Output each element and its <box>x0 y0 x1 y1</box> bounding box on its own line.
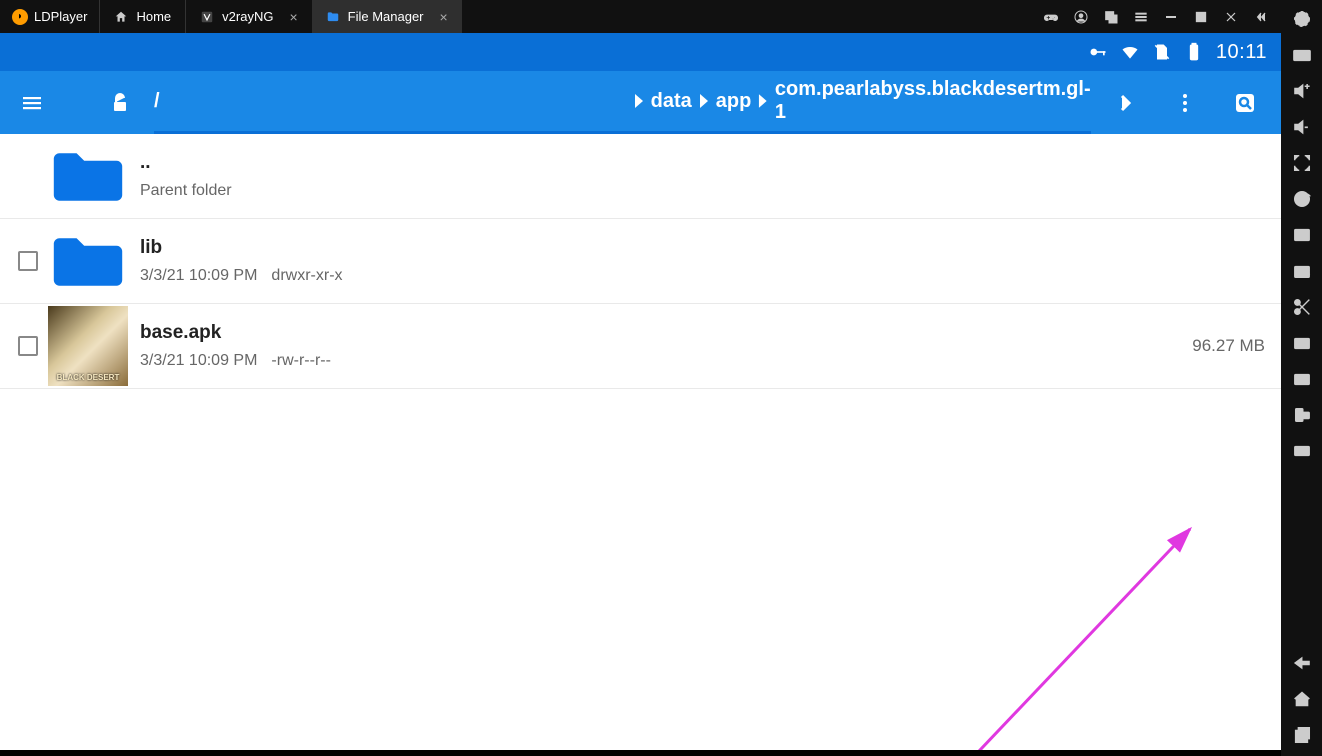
tab-label: File Manager <box>348 9 424 24</box>
volume-up-icon[interactable]: + <box>1291 80 1313 102</box>
item-subtitle: Parent folder <box>140 182 232 200</box>
rotate-icon[interactable] <box>1291 404 1313 426</box>
file-list: .. Parent folder lib 3/3/21 10:09 PM drw… <box>0 134 1281 750</box>
crumb-package[interactable]: com.pearlabyss.blackdesertm.gl-1 <box>751 78 1091 124</box>
gamepad-icon[interactable] <box>1043 9 1059 25</box>
home-icon[interactable] <box>1291 688 1313 710</box>
crumb-data[interactable]: data <box>627 90 692 113</box>
close-icon[interactable] <box>1223 9 1239 25</box>
chevron-right-icon <box>757 92 769 110</box>
item-size: 96.27 MB <box>1192 336 1269 356</box>
lock-button[interactable] <box>96 79 144 127</box>
emulator-titlebar: ◗ LDPlayer Home v2rayNG × <box>0 0 1281 33</box>
hamburger-button[interactable] <box>8 79 56 127</box>
folder-icon <box>326 10 340 24</box>
more-options-button[interactable] <box>1161 79 1209 127</box>
crumb-root[interactable]: / <box>154 71 627 131</box>
chevron-right-icon <box>698 92 710 110</box>
back-icon[interactable] <box>1291 652 1313 674</box>
wifi-icon <box>1120 42 1140 62</box>
sync-icon[interactable] <box>1291 188 1313 210</box>
search-button[interactable] <box>1221 79 1269 127</box>
tab-strip: Home v2rayNG × File Manager × <box>99 0 461 33</box>
crumb-label: app <box>716 90 752 113</box>
tab-file-manager[interactable]: File Manager × <box>312 0 462 33</box>
emulator-sidebar: + - APK <box>1281 0 1322 756</box>
tab-v2rayng[interactable]: v2rayNG × <box>185 0 311 33</box>
fullscreen-icon[interactable] <box>1291 152 1313 174</box>
tab-label: v2rayNG <box>222 9 273 24</box>
user-icon[interactable] <box>1073 9 1089 25</box>
settings-icon[interactable] <box>1291 8 1313 30</box>
fm-toolbar: / data app com.pearlabyss.blackdesertm.g… <box>0 71 1281 134</box>
multi-instance-icon[interactable] <box>1291 224 1313 246</box>
window-actions <box>1043 9 1281 25</box>
android-status-bar: 10:11 <box>0 33 1281 71</box>
menu-icon[interactable] <box>1133 9 1149 25</box>
brand: ◗ LDPlayer <box>0 0 99 33</box>
keyboard-icon[interactable] <box>1291 44 1313 66</box>
collapse-sidebar-icon[interactable] <box>1253 9 1269 25</box>
crumb-label: data <box>651 90 692 113</box>
volume-down-icon[interactable]: - <box>1291 116 1313 138</box>
list-item-folder[interactable]: lib 3/3/21 10:09 PM drwxr-xr-x <box>0 219 1281 304</box>
chevron-right-icon <box>633 92 645 110</box>
tab-close-button[interactable]: × <box>289 9 297 25</box>
forward-button[interactable] <box>1101 79 1149 127</box>
tab-close-button[interactable]: × <box>440 9 448 25</box>
video-record-icon[interactable] <box>1291 332 1313 354</box>
folder-icon <box>50 148 126 204</box>
tab-home[interactable]: Home <box>99 0 185 33</box>
crumb-label: com.pearlabyss.blackdesertm.gl-1 <box>775 78 1091 124</box>
home-icon <box>114 10 128 24</box>
tab-label: Home <box>136 9 171 24</box>
svg-text:+: + <box>1304 82 1309 91</box>
recents-icon[interactable] <box>1291 724 1313 746</box>
list-item-file[interactable]: BLACK DESERT base.apk 3/3/21 10:09 PM -r… <box>0 304 1281 389</box>
row-checkbox[interactable] <box>8 336 48 356</box>
item-permissions: -rw-r--r-- <box>271 352 331 370</box>
folder-icon <box>50 233 126 289</box>
apk-thumbnail: BLACK DESERT <box>48 306 128 386</box>
item-name: lib <box>140 237 1269 259</box>
battery-charging-icon <box>1184 42 1204 62</box>
item-permissions: drwxr-xr-x <box>271 267 342 285</box>
svg-text:-: - <box>1304 122 1307 132</box>
app-icon <box>200 10 214 24</box>
status-clock: 10:11 <box>1216 41 1267 64</box>
no-sim-icon <box>1152 42 1172 62</box>
ldplayer-logo-icon: ◗ <box>12 9 28 25</box>
item-date: 3/3/21 10:09 PM <box>140 267 257 285</box>
list-item-parent[interactable]: .. Parent folder <box>0 134 1281 219</box>
annotation-arrow-icon <box>890 524 1210 750</box>
item-date: 3/3/21 10:09 PM <box>140 352 257 370</box>
install-apk-icon[interactable]: APK <box>1291 260 1313 282</box>
row-checkbox[interactable] <box>8 251 48 271</box>
key-icon <box>1088 42 1108 62</box>
svg-text:APK: APK <box>1297 270 1311 277</box>
screenshot-icon[interactable] <box>1291 368 1313 390</box>
more-icon[interactable] <box>1291 440 1313 462</box>
scissors-icon[interactable] <box>1291 296 1313 318</box>
maximize-icon[interactable] <box>1193 9 1209 25</box>
crumb-app[interactable]: app <box>692 90 752 113</box>
breadcrumb: / data app com.pearlabyss.blackdesertm.g… <box>154 71 1091 134</box>
multi-window-icon[interactable] <box>1103 9 1119 25</box>
item-name: .. <box>140 152 1269 174</box>
brand-label: LDPlayer <box>34 9 87 24</box>
bottom-border <box>0 750 1281 756</box>
item-name: base.apk <box>140 322 1192 344</box>
minimize-icon[interactable] <box>1163 9 1179 25</box>
